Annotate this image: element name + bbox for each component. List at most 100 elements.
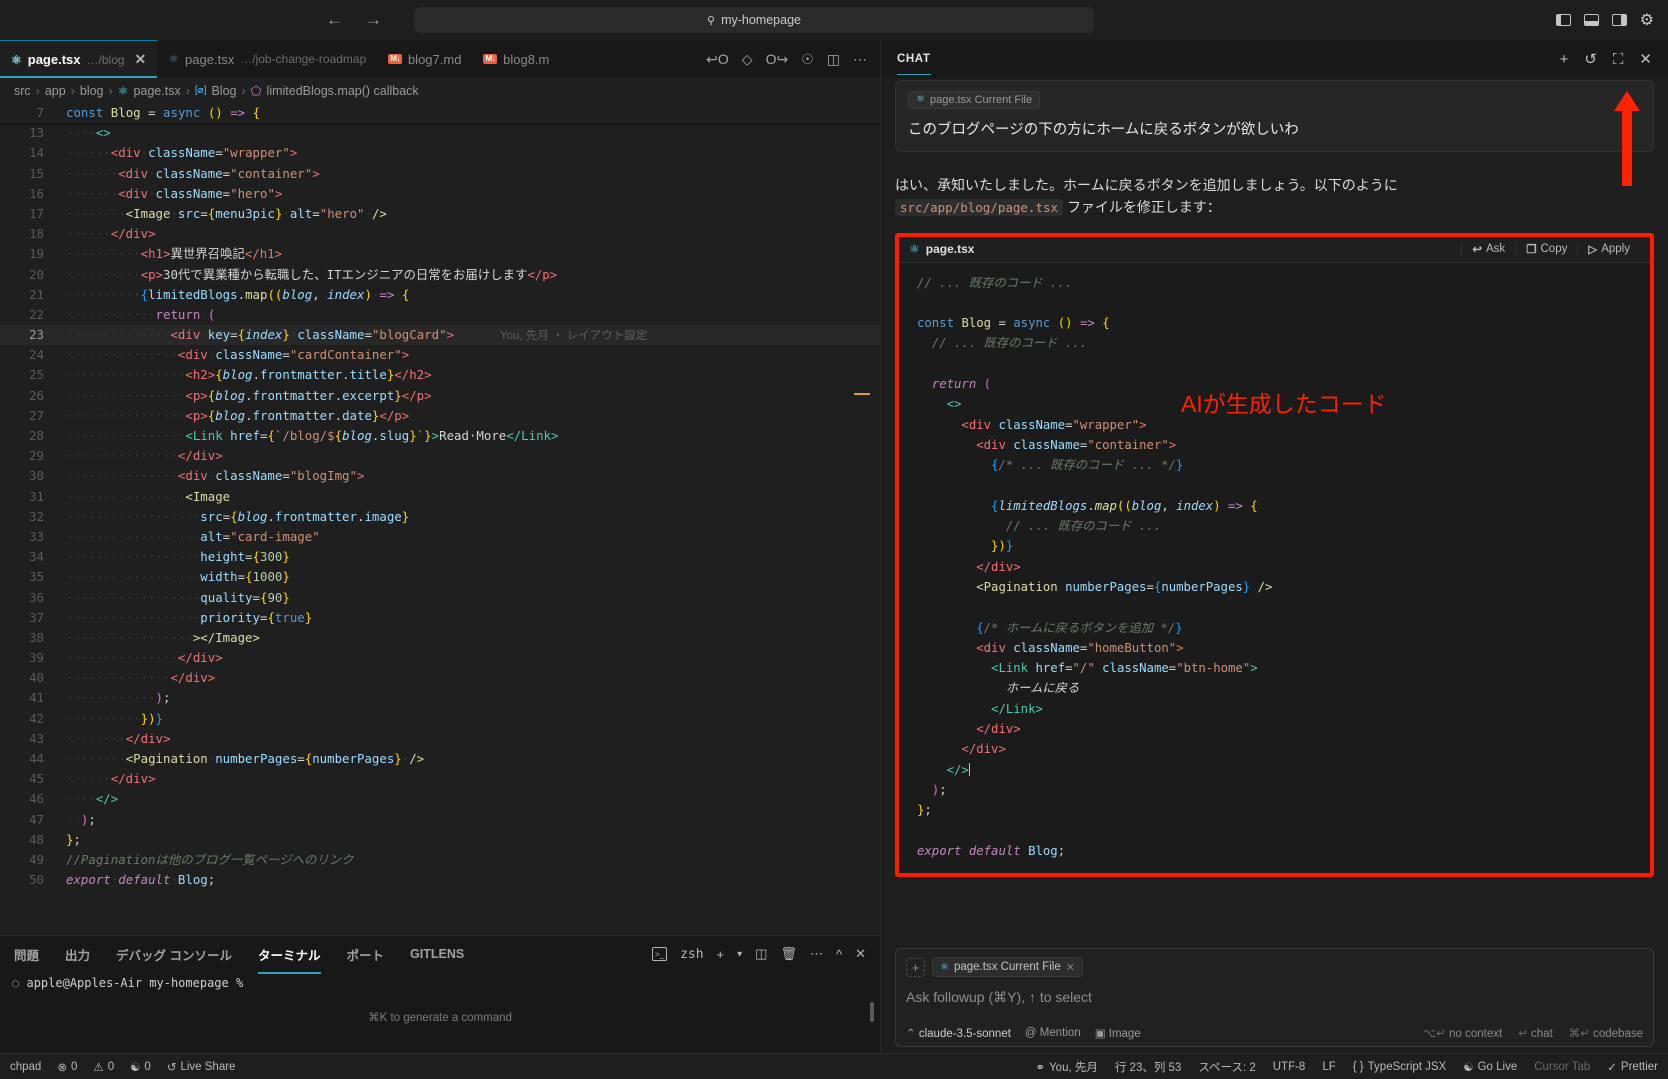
close-icon[interactable]: ✕ (1639, 50, 1652, 68)
shell-label[interactable]: zsh (680, 947, 703, 962)
code-line: ······</div> (66, 771, 156, 787)
line-number: 36 (29, 589, 44, 605)
panel-tab-ports[interactable]: ポート (347, 939, 385, 970)
breadcrumb-app[interactable]: app (45, 84, 66, 98)
next-edit-icon[interactable]: O↪ (766, 51, 789, 68)
code-line: ··················height={300} (66, 549, 290, 565)
tab-page-tsx-roadmap[interactable]: ⚛ page.tsx …/job-change-roadmap (157, 40, 377, 78)
code-line: export·default·Blog; (66, 872, 216, 888)
status-go-live[interactable]: ☯ Go Live (1463, 1060, 1517, 1074)
code-editor[interactable]: 7 const Blog = async () => { 13 ····<> 14… (0, 103, 880, 935)
close-icon[interactable]: ✕ (1066, 961, 1075, 974)
close-icon[interactable]: ✕ (855, 946, 866, 962)
line-number: 49 (29, 851, 44, 867)
prev-edit-icon[interactable]: ↩O (706, 51, 729, 68)
back-icon[interactable]: ← (326, 10, 343, 30)
codebase-hint[interactable]: ⌘↵ codebase (1569, 1026, 1643, 1040)
line-number: 23 (29, 327, 44, 343)
context-chip-label: page.tsx Current File (929, 93, 1033, 106)
status-errors[interactable]: ⊗ 0 (57, 1060, 77, 1074)
model-selector[interactable]: ⌃ claude-3.5-sonnet (906, 1026, 1011, 1040)
chevron-up-icon[interactable]: ^ (836, 947, 842, 962)
react-icon: ⚛ (940, 961, 949, 973)
status-cursor-tab[interactable]: Cursor Tab (1534, 1061, 1590, 1073)
split-terminal-icon[interactable]: ◫ (755, 946, 767, 962)
tab-blog8-md[interactable]: M↓ blog8.m (472, 40, 560, 78)
context-chip[interactable]: ⚛ page.tsx Current File (908, 90, 1041, 109)
breadcrumb-callback[interactable]: limitedBlogs.map() callback (267, 84, 419, 98)
panel-tab-problems[interactable]: 問題 (14, 939, 39, 970)
line-number: 19 (29, 246, 44, 262)
status-ports[interactable]: ☯ 0 (130, 1060, 151, 1074)
panel-tab-debug-console[interactable]: デバッグ コンソール (116, 939, 232, 970)
code-line: ホームに戻る (1005, 681, 1080, 696)
code-block-body[interactable]: // ... 既存のコード ... const Blog = async () … (899, 263, 1650, 874)
trash-icon[interactable]: 🗑 (780, 946, 797, 962)
tab-blog7-md[interactable]: M↓ blog7.md (377, 40, 472, 78)
more-icon[interactable]: ⋯ (853, 51, 867, 68)
more-icon[interactable]: ⋯ (810, 946, 823, 962)
line-number: 20 (29, 266, 44, 282)
panel-tab-terminal[interactable]: ターミナル (258, 939, 321, 974)
chat-context-row: + ⚛ page.tsx Current File ✕ (906, 957, 1643, 977)
status-cursor-position[interactable]: 行 23、列 53 (1115, 1059, 1181, 1075)
terminal[interactable]: ○ apple@Apples-Air my-homepage % ⌘K to g… (0, 972, 880, 1053)
maximize-icon[interactable]: ⛶ (1613, 51, 1624, 68)
run-icon[interactable]: ☉ (801, 51, 814, 68)
history-icon[interactable]: ↺ (1584, 50, 1597, 68)
omnibox[interactable]: ⚲ my-homepage (414, 7, 1094, 33)
chevron-down-icon[interactable]: ▾ (737, 949, 742, 960)
terminal-scrollbar[interactable] (870, 1002, 874, 1022)
status-git-author[interactable]: ⚭ You, 先月 (1035, 1059, 1097, 1075)
close-icon[interactable]: ✕ (135, 51, 147, 68)
panel-left-icon[interactable] (1555, 14, 1571, 26)
ask-button[interactable]: ↩ Ask (1461, 242, 1515, 256)
status-eol[interactable]: LF (1322, 1061, 1335, 1073)
status-indentation[interactable]: スペース: 2 (1198, 1059, 1255, 1075)
status-live-share[interactable]: ↺ Live Share (167, 1060, 236, 1074)
breadcrumb-src[interactable]: src (14, 84, 31, 98)
panel-bottom-icon[interactable] (1583, 14, 1599, 26)
check-icon: ✓ (1607, 1061, 1617, 1074)
apply-button[interactable]: ▷ Apply (1577, 242, 1640, 256)
code-line: return ( (931, 376, 992, 391)
terminal-hint: ⌘K to generate a command (368, 1012, 512, 1024)
code-line: <> (946, 397, 962, 412)
image-button[interactable]: ▣ Image (1095, 1026, 1141, 1040)
no-context-hint[interactable]: ⌥↵ no context (1423, 1026, 1502, 1040)
new-chat-icon[interactable]: + (1560, 51, 1569, 68)
panel-right-icon[interactable] (1611, 14, 1627, 26)
code-line: ··············<div·key={index}·className… (66, 327, 648, 343)
status-language-mode[interactable]: { } TypeScript JSX (1353, 1061, 1447, 1073)
chat-messages[interactable]: ⚛ page.tsx Current File このブログページの下の方にホーム… (881, 78, 1668, 940)
code-line: })} (991, 539, 1014, 554)
gear-icon[interactable]: ⚙ (1640, 10, 1654, 30)
add-context-button[interactable]: + (906, 957, 925, 977)
line-number: 21 (29, 286, 44, 302)
status-encoding[interactable]: UTF-8 (1273, 1061, 1306, 1073)
mention-button[interactable]: @ Mention (1025, 1027, 1081, 1039)
tab-page-tsx-blog[interactable]: ⚛ page.tsx …/blog ✕ (0, 40, 158, 78)
codebase-key: ⌘↵ (1568, 1028, 1590, 1040)
code-line: // ... 既存のコード ... (917, 275, 1073, 290)
chat-followup-input[interactable]: Ask followup (⌘Y), ↑ to select (906, 989, 1643, 1006)
circle-icon[interactable]: ◇ (742, 51, 753, 68)
status-scratchpad[interactable]: chpad (10, 1061, 41, 1073)
chat-file-chip[interactable]: ⚛ page.tsx Current File ✕ (932, 957, 1083, 977)
panel-tab-output[interactable]: 出力 (65, 939, 90, 970)
breadcrumb-blog[interactable]: blog (80, 84, 104, 98)
code-lens[interactable]: You, 先月 ・ レイアウト設定 (454, 330, 647, 342)
status-prettier[interactable]: ✓ Prettier (1607, 1060, 1658, 1074)
chat-hint[interactable]: ↵ chat (1518, 1026, 1553, 1040)
code-line: ··················width={1000} (66, 569, 290, 585)
split-editor-icon[interactable]: ◫ (827, 51, 840, 68)
breadcrumb-page-tsx[interactable]: page.tsx (133, 84, 180, 98)
copy-button[interactable]: ❐ Copy (1515, 242, 1577, 256)
panel-tab-gitlens[interactable]: GITLENS (410, 941, 464, 967)
forward-icon[interactable]: → (365, 10, 382, 30)
breadcrumb-symbol-blog[interactable]: Blog (211, 84, 236, 98)
chat-input-box[interactable]: + ⚛ page.tsx Current File ✕ Ask followup… (895, 948, 1654, 1047)
new-terminal-icon[interactable]: + (717, 947, 725, 962)
status-warnings[interactable]: ⚠ 0 (93, 1060, 114, 1074)
